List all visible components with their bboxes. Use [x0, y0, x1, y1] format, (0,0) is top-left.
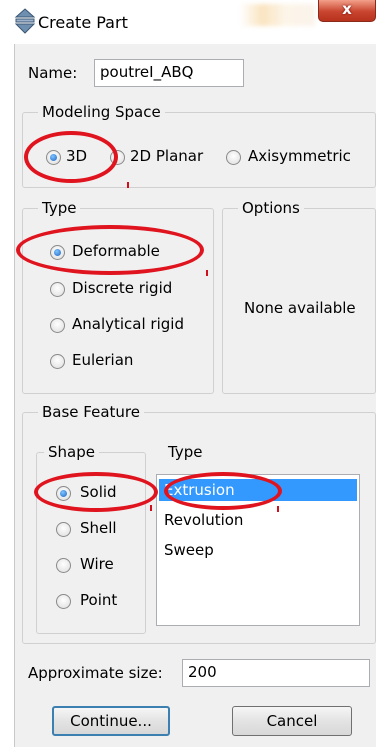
create-part-icon — [14, 8, 36, 34]
radio-wire[interactable] — [56, 558, 71, 573]
feature-type-title: Type — [164, 443, 207, 461]
shape-title: Shape — [44, 443, 99, 461]
base-feature-title: Base Feature — [38, 403, 144, 421]
list-item-extrusion[interactable]: Extrusion — [159, 479, 357, 501]
options-title: Options — [238, 199, 304, 217]
background-window-glimpse — [240, 4, 315, 26]
annotation-mark — [150, 505, 152, 511]
radio-wire-label[interactable]: Wire — [80, 555, 114, 573]
close-button[interactable]: x — [318, 0, 376, 22]
radio-axisymmetric[interactable] — [226, 150, 241, 165]
approx-size-input[interactable]: 200 — [182, 659, 370, 687]
radio-eulerian[interactable] — [50, 354, 65, 369]
modeling-space-title: Modeling Space — [38, 103, 165, 121]
list-item-revolution[interactable]: Revolution — [159, 509, 357, 531]
window-title: Create Part — [38, 13, 128, 32]
radio-3d-label[interactable]: 3D — [66, 147, 87, 165]
annotation-mark — [127, 182, 129, 188]
radio-analytical-rigid-label[interactable]: Analytical rigid — [72, 315, 184, 333]
radio-shell[interactable] — [56, 522, 71, 537]
radio-eulerian-label[interactable]: Eulerian — [72, 351, 133, 369]
radio-point[interactable] — [56, 594, 71, 609]
radio-axisymmetric-label[interactable]: Axisymmetric — [248, 147, 351, 165]
radio-analytical-rigid[interactable] — [50, 318, 65, 333]
name-input[interactable]: poutreI_ABQ — [94, 59, 244, 87]
name-label: Name: — [28, 64, 78, 82]
type-title: Type — [38, 199, 81, 217]
radio-deformable-label[interactable]: Deformable — [72, 242, 160, 260]
radio-shell-label[interactable]: Shell — [80, 519, 117, 537]
radio-2d-planar[interactable] — [110, 150, 125, 165]
list-item-sweep[interactable]: Sweep — [159, 539, 357, 561]
annotation-mark — [206, 270, 208, 276]
annotation-mark — [277, 506, 279, 512]
options-none-available: None available — [244, 299, 356, 317]
radio-point-label[interactable]: Point — [80, 591, 117, 609]
radio-solid-label[interactable]: Solid — [80, 483, 117, 501]
radio-deformable[interactable] — [50, 245, 65, 260]
radio-2d-planar-label[interactable]: 2D Planar — [130, 147, 203, 165]
radio-discrete-rigid-label[interactable]: Discrete rigid — [72, 279, 172, 297]
continue-button[interactable]: Continue... — [52, 706, 170, 736]
radio-3d[interactable] — [46, 150, 61, 165]
radio-solid[interactable] — [56, 486, 71, 501]
radio-discrete-rigid[interactable] — [50, 282, 65, 297]
cancel-button[interactable]: Cancel — [232, 706, 352, 736]
approx-size-label: Approximate size: — [28, 664, 163, 682]
